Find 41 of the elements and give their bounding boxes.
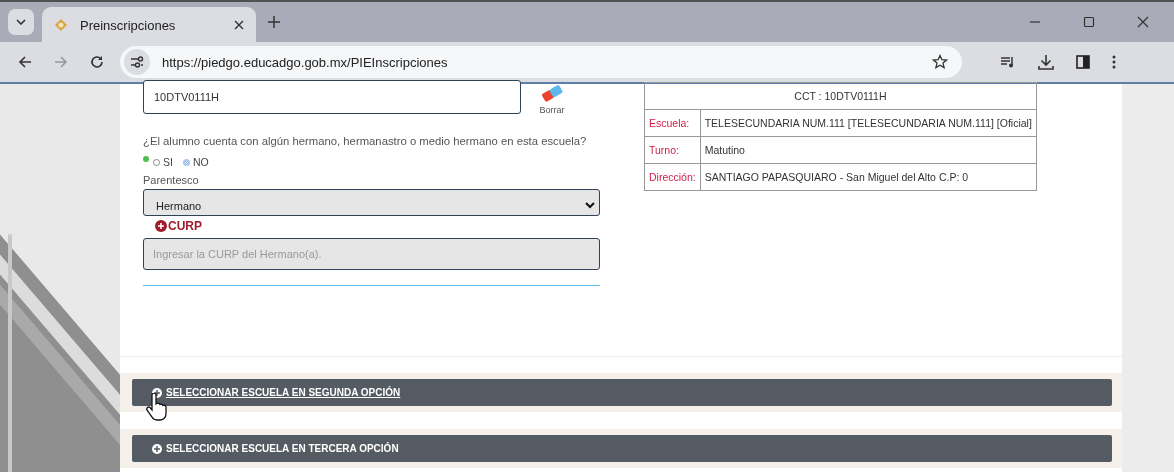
accordion-header[interactable]: SELECCIONAR ESCUELA EN TERCERA OPCIÓN xyxy=(132,435,1112,462)
maximize-icon[interactable] xyxy=(1083,16,1095,28)
required-icon xyxy=(143,155,149,162)
chevron-down-icon xyxy=(16,19,26,25)
new-tab-icon[interactable] xyxy=(268,16,280,28)
tab-list-button[interactable] xyxy=(8,9,34,35)
site-logo-icon xyxy=(54,18,68,32)
close-tab-icon[interactable] xyxy=(234,20,244,30)
star-icon[interactable] xyxy=(932,54,948,70)
browser-tab[interactable]: Preinscripciones xyxy=(42,7,256,43)
table-cell: SANTIAGO PAPASQUIARO - San Miguel del Alto C.P: 0 xyxy=(700,163,1037,191)
cct-input[interactable]: 10DTV0111H xyxy=(143,80,521,114)
media-icon[interactable] xyxy=(1000,55,1016,69)
radio-option[interactable]: SI xyxy=(153,156,173,168)
eraser-icon[interactable] xyxy=(539,84,565,102)
clear-label: Borrar xyxy=(539,105,565,115)
reload-icon[interactable] xyxy=(90,55,104,69)
sibling-question: ¿El alumno cuenta con algún hermano, hermanastro o medio hermano en esta escuela? xyxy=(143,135,588,147)
add-icon xyxy=(155,220,167,232)
back-icon[interactable] xyxy=(18,55,32,69)
address-bar[interactable]: https://piedgo.educadgo.gob.mx/PIEInscripciones xyxy=(120,46,962,78)
curp-input[interactable]: Ingresar la CURP del Hermano(a). xyxy=(143,238,600,270)
accordion-header[interactable]: SELECCIONAR ESCUELA EN SEGUNDA OPCIÓN xyxy=(132,379,1112,406)
relationship-label: Parentesco xyxy=(143,174,200,186)
table-cell: Matutino xyxy=(700,136,1037,164)
plus-circle-icon xyxy=(152,443,162,454)
table-cell: TELESECUNDARIA NUM.111 [TELESECUNDARIA NUM.111] [Oficial] xyxy=(700,109,1037,137)
table-header: CCT : 10DTV0111H xyxy=(644,82,1037,110)
hand-cursor-icon xyxy=(146,393,168,421)
curp-label: CURP xyxy=(168,219,202,233)
relationship-select[interactable]: Hermano xyxy=(143,189,600,216)
radio-option[interactable]: NO xyxy=(182,156,209,168)
table-cell: Dirección: xyxy=(644,163,701,191)
site-settings-icon[interactable] xyxy=(124,49,150,75)
chevron-down-icon xyxy=(585,202,595,209)
side-panel-icon[interactable] xyxy=(1076,55,1090,69)
table-cell: Escuela: xyxy=(644,109,701,137)
download-icon[interactable] xyxy=(1038,54,1054,70)
close-icon[interactable] xyxy=(1137,16,1149,28)
menu-icon[interactable] xyxy=(1112,55,1116,69)
table-cell: Turno: xyxy=(644,136,701,164)
